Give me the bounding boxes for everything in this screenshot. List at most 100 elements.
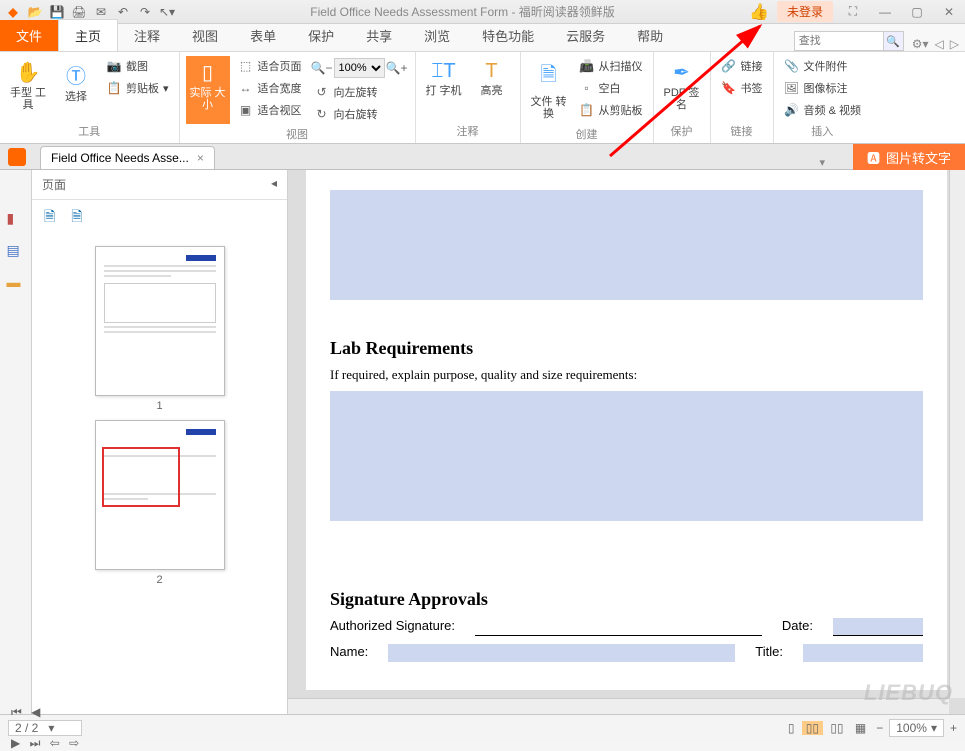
comments-panel-icon[interactable]: ▬ [7, 274, 25, 292]
thumbnails-list[interactable]: 1 2 [32, 236, 287, 714]
close-tab-icon[interactable]: × [197, 151, 204, 165]
tab-help[interactable]: 帮助 [621, 20, 679, 51]
image-annot-button[interactable]: 🖼图像标注 [780, 78, 865, 98]
watermark: LIEBUQ [864, 680, 953, 706]
zoom-in-status-icon[interactable]: + [950, 721, 957, 735]
from-scanner-button[interactable]: 📠从扫描仪 [575, 56, 647, 76]
first-page-icon[interactable]: ⏮ [8, 705, 25, 719]
highlight-button[interactable]: T高亮 [470, 56, 514, 121]
page-input[interactable]: 2 / 2▾ [8, 720, 82, 736]
search-input[interactable] [794, 31, 884, 51]
tab-browse[interactable]: 浏览 [408, 20, 466, 51]
pen-icon: ✒ [673, 60, 690, 85]
fit-page-button[interactable]: ⬚适合页面 [234, 56, 306, 76]
save-icon[interactable]: 💾 [48, 3, 66, 21]
tab-feature[interactable]: 特色功能 [466, 20, 550, 51]
panel-menu-icon[interactable]: ◂ [271, 176, 277, 193]
gear-icon[interactable]: ⚙▾ [912, 37, 929, 51]
zoomin-icon[interactable]: 🔍+ [389, 60, 405, 76]
undo-icon[interactable]: ↶ [114, 3, 132, 21]
tab-file[interactable]: 文件 [0, 20, 58, 51]
pdf-page: Lab Requirements If required, explain pu… [306, 170, 947, 690]
tab-cloud[interactable]: 云服务 [550, 20, 621, 51]
tab-annotate[interactable]: 注释 [118, 20, 176, 51]
fullscreen-icon[interactable]: ⛶ [841, 3, 865, 21]
clip-icon: 📋 [579, 102, 595, 118]
screenshot-button[interactable]: 📷截图 [102, 56, 173, 76]
fit-width-button[interactable]: ↔适合宽度 [234, 78, 306, 98]
last-page-icon[interactable]: ⏭ [27, 736, 44, 750]
from-clipboard-button[interactable]: 📋从剪贴板 [575, 100, 647, 120]
horizontal-scrollbar[interactable] [288, 698, 949, 714]
attachment-button[interactable]: 📎文件附件 [780, 56, 865, 76]
clipboard-button[interactable]: 📋剪贴板▾ [102, 78, 173, 98]
cont-facing-icon[interactable]: ▦ [851, 721, 870, 735]
next-arrow-icon[interactable]: ▷ [950, 37, 959, 51]
forward-icon[interactable]: ⇨ [66, 736, 82, 750]
foxit-icon[interactable]: ◆ [4, 3, 22, 21]
maximize-icon[interactable]: ▢ [905, 3, 929, 21]
tab-home[interactable]: 主页 [58, 19, 118, 51]
actual-size-button[interactable]: ▯实际 大小 [186, 56, 230, 124]
page-scroll-area[interactable]: Lab Requirements If required, explain pu… [306, 170, 947, 714]
pages-panel-icon[interactable]: ▤ [7, 242, 25, 260]
collapse-icon[interactable]: ▾ [819, 156, 825, 169]
prev-page-icon[interactable]: ◀ [28, 705, 43, 719]
audio-video-button[interactable]: 🔊音频 & 视频 [780, 100, 865, 120]
back-icon[interactable]: ⇦ [47, 736, 63, 750]
facing-icon[interactable]: ▯▯ [826, 721, 847, 735]
fit-visible-button[interactable]: ▣适合视区 [234, 100, 306, 120]
blank-button[interactable]: ▫空白 [575, 78, 647, 98]
tab-share[interactable]: 共享 [350, 20, 408, 51]
prev-arrow-icon[interactable]: ◁ [935, 37, 944, 51]
redo-icon[interactable]: ↷ [136, 3, 154, 21]
file-convert-button[interactable]: 🗎文件 转换 [527, 56, 571, 124]
page-number: 2 [95, 570, 225, 586]
title-field[interactable] [803, 644, 923, 662]
ocr-button[interactable]: 🅰 图片转文字 [853, 144, 965, 170]
zoom-display[interactable]: 100%▾ [889, 719, 944, 737]
next-page-icon[interactable]: ▶ [8, 736, 23, 750]
tab-view[interactable]: 视图 [176, 20, 234, 51]
thumbnail-2[interactable]: 2 [95, 420, 225, 586]
thumb-tool2-icon[interactable]: 🗎 [71, 206, 82, 230]
thumbnail-1[interactable]: 1 [95, 246, 225, 412]
select-button[interactable]: Ⓣ选择 [54, 56, 98, 121]
rotate-right-button[interactable]: ↻向右旋转 [310, 104, 409, 124]
link-button[interactable]: 🔗链接 [717, 56, 767, 76]
sig-line [475, 618, 762, 636]
pointer-icon[interactable]: ↖▾ [158, 3, 176, 21]
search-icon[interactable]: 🔍 [884, 31, 904, 51]
bookmark-panel-icon[interactable]: ▮ [7, 210, 25, 228]
zoom-out-button[interactable]: 🔍−100%🔍+ [310, 56, 409, 80]
typewriter-button[interactable]: ⌶T打 字机 [422, 56, 466, 121]
login-button[interactable]: 未登录 [777, 1, 833, 22]
pdf-sign-button[interactable]: ✒PDF 签名 [660, 56, 704, 121]
close-icon[interactable]: ✕ [937, 3, 961, 21]
single-page-icon[interactable]: ▯ [784, 721, 799, 735]
hand-up-icon[interactable]: 👍 [749, 2, 769, 22]
zoom-select[interactable]: 100% [334, 58, 385, 78]
quick-access-toolbar: ◆ 📂 💾 🖨 ✉ ↶ ↷ ↖▾ [4, 3, 176, 21]
open-icon[interactable]: 📂 [26, 3, 44, 21]
typewriter-icon: ⌶T [431, 60, 455, 83]
thumb-tool1-icon[interactable]: 🗎 [44, 206, 55, 230]
name-field[interactable] [388, 644, 735, 662]
image-icon: 🖼 [784, 80, 800, 96]
form-field[interactable] [330, 391, 923, 521]
continuous-icon[interactable]: ▯▯ [802, 721, 823, 735]
document-tab[interactable]: Field Office Needs Asse... × [40, 146, 215, 169]
print-icon[interactable]: 🖨 [70, 3, 88, 21]
rotate-left-button[interactable]: ↺向左旋转 [310, 82, 409, 102]
hand-tool-button[interactable]: ✋手型 工具 [6, 56, 50, 121]
mail-icon[interactable]: ✉ [92, 3, 110, 21]
zoom-out-status-icon[interactable]: − [876, 721, 883, 735]
minimize-icon[interactable]: — [873, 3, 897, 21]
bookmark-button[interactable]: 🔖书签 [717, 78, 767, 98]
date-field[interactable] [833, 618, 923, 636]
tab-protect[interactable]: 保护 [292, 20, 350, 51]
tab-form[interactable]: 表单 [234, 20, 292, 51]
form-field[interactable] [330, 190, 923, 300]
vertical-scrollbar[interactable] [949, 170, 965, 698]
app-badge-icon[interactable] [8, 148, 26, 166]
